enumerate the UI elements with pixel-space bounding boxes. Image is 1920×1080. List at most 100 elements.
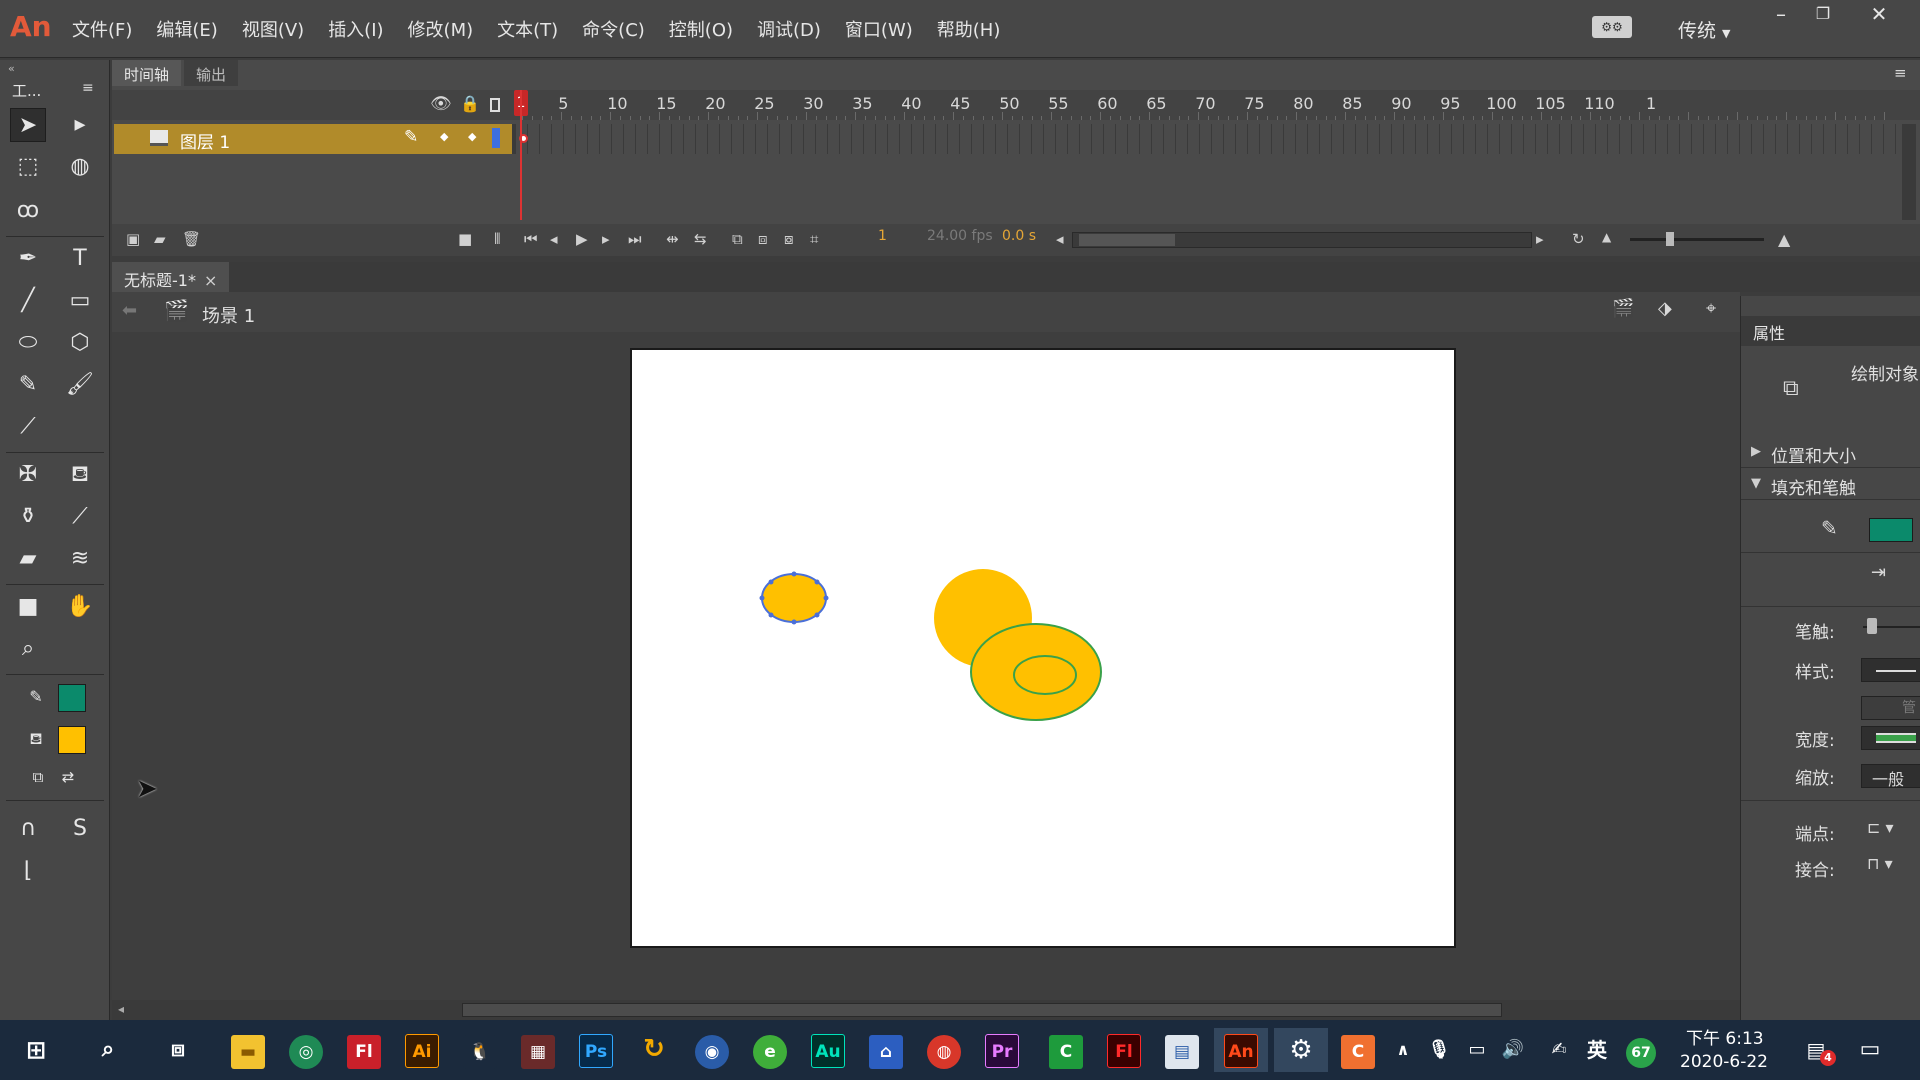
selection-point[interactable] xyxy=(814,612,820,618)
network-icon[interactable]: ▭ xyxy=(1462,1028,1492,1072)
refresh-app-icon[interactable]: ↻ xyxy=(632,1028,676,1072)
chrome-icon[interactable]: ◍ xyxy=(922,1028,966,1072)
bone-tool-icon[interactable]: ✠ xyxy=(10,458,46,492)
volume-icon[interactable]: 🔊 xyxy=(1498,1028,1528,1072)
task-view-icon[interactable]: ⧈ xyxy=(156,1028,200,1072)
selection-point[interactable] xyxy=(768,579,774,585)
refresh-icon[interactable]: ↻ xyxy=(1572,230,1585,248)
qq-icon[interactable]: 🐧 xyxy=(458,1028,502,1072)
menu-help[interactable]: 帮助(H) xyxy=(925,16,1013,42)
layer-color-swatch[interactable] xyxy=(492,128,500,148)
action-center-icon[interactable]: ▭ xyxy=(1850,1028,1890,1072)
camtasia-icon[interactable]: C xyxy=(1044,1028,1088,1072)
hint-button[interactable]: 管 xyxy=(1861,696,1920,720)
edit-symbol-icon[interactable]: ⬗ xyxy=(1658,298,1672,319)
3d-rotation-tool-icon[interactable]: ◍ xyxy=(62,150,98,184)
zoom-in-icon[interactable]: ▲ xyxy=(1778,230,1790,249)
timeline-vscroll[interactable] xyxy=(1902,124,1916,220)
selection-tool-icon[interactable]: ➤ xyxy=(10,108,46,142)
media-player-icon[interactable]: ◉ xyxy=(690,1028,734,1072)
menu-text[interactable]: 文本(T) xyxy=(485,16,570,42)
back-arrow-icon[interactable]: ⬅ xyxy=(122,300,137,321)
menu-view[interactable]: 视图(V) xyxy=(230,16,316,42)
minimize-button[interactable]: – xyxy=(1758,0,1804,30)
current-frame-readout[interactable]: 1 xyxy=(878,228,887,244)
search-icon[interactable]: ⌕ xyxy=(86,1028,130,1072)
prev-frame-icon[interactable]: ◂ xyxy=(550,230,558,248)
close-window-button[interactable]: ✕ xyxy=(1856,0,1902,30)
new-layer-icon[interactable]: ▣ xyxy=(126,230,140,248)
stage-hscroll-thumb[interactable] xyxy=(462,1003,1502,1017)
scroll-right-icon[interactable]: ▸ xyxy=(1536,230,1544,248)
close-tab-icon[interactable]: × xyxy=(204,271,217,290)
taskbar-app-ai[interactable]: Ai xyxy=(400,1028,444,1072)
scroll-left-icon[interactable]: ◂ xyxy=(118,1002,124,1016)
file-explorer-icon[interactable]: ▬ xyxy=(226,1028,270,1072)
swap-colors-icon[interactable]: ⇄ xyxy=(50,760,86,794)
window-app-icon[interactable]: ▤ xyxy=(1160,1028,1204,1072)
selection-point[interactable] xyxy=(791,619,797,625)
stage-hscroll[interactable]: ◂ xyxy=(112,1000,1740,1020)
notification-app-icon[interactable]: ▤ 4 xyxy=(1796,1028,1836,1072)
eyedropper-tool-icon[interactable]: ⟋ xyxy=(62,500,98,534)
timeline-hscroll-thumb[interactable] xyxy=(1079,234,1175,246)
document-tab[interactable]: 无标题-1* × xyxy=(112,262,230,292)
menu-modify[interactable]: 修改(M) xyxy=(396,16,486,42)
selection-point[interactable] xyxy=(814,579,820,585)
360-browser-icon[interactable]: e xyxy=(748,1028,792,1072)
pencil-tool-icon[interactable]: ✎ xyxy=(10,368,46,402)
properties-title[interactable]: 属性 xyxy=(1753,320,1785,344)
width-tool-icon[interactable]: ≋ xyxy=(62,542,98,576)
center-frame-icon[interactable]: ⇆ xyxy=(694,230,707,248)
menu-debug[interactable]: 调试(D) xyxy=(745,16,833,42)
layer-header[interactable]: 图层 1 ✎ ◆ ◆ xyxy=(114,124,512,154)
taskbar-app-fl[interactable]: Fl xyxy=(342,1028,386,1072)
width-profile-dropdown[interactable] xyxy=(1861,726,1920,750)
fill-color-swatch[interactable] xyxy=(58,726,86,754)
polystar-tool-icon[interactable]: ⬡ xyxy=(62,326,98,360)
delete-layer-icon[interactable]: 🗑 xyxy=(182,230,201,248)
center-stage-icon[interactable]: ⌖ xyxy=(1706,298,1716,319)
rectangle-tool-icon[interactable]: ▭ xyxy=(62,284,98,318)
onion-skin-icon[interactable]: ⧉ xyxy=(732,230,743,248)
layer-depth-icon[interactable]: ⦀ xyxy=(494,230,501,248)
subselection-tool-icon[interactable]: ▸ xyxy=(62,108,98,142)
section-position-size[interactable]: ▶ 位置和大小 xyxy=(1741,438,1920,468)
hand-tool-icon[interactable]: ✋ xyxy=(62,590,98,624)
join-dropdown[interactable]: ⊓ ▾ xyxy=(1867,854,1893,873)
eraser-tool-icon[interactable]: ▰ xyxy=(10,542,46,576)
style-dropdown[interactable] xyxy=(1861,658,1920,682)
selection-point[interactable] xyxy=(791,571,797,577)
frame-ruler[interactable]: 1510152025303540455055606570758085909510… xyxy=(512,90,1902,120)
menu-edit[interactable]: 编辑(E) xyxy=(144,16,229,42)
playhead-line[interactable] xyxy=(520,90,522,220)
outline-icon[interactable] xyxy=(490,98,500,112)
clock-date[interactable]: 2020-6-22 xyxy=(1680,1052,1768,1072)
zoom-slider[interactable] xyxy=(1630,232,1764,246)
play-icon[interactable]: ▶ xyxy=(576,230,588,248)
edit-scene-icon[interactable]: 🎬 xyxy=(1612,298,1634,319)
smooth-icon[interactable]: S xyxy=(62,812,98,846)
zoom-out-icon[interactable]: ▲ xyxy=(1602,230,1611,244)
lasso-tool-icon[interactable]: ꝏ xyxy=(10,194,46,228)
tab-timeline[interactable]: 时间轴 xyxy=(112,60,182,86)
settings-gear-icon[interactable]: ⚙ xyxy=(1274,1028,1328,1072)
scroll-left-icon[interactable]: ◂ xyxy=(1056,230,1064,248)
taskbar-app-pr[interactable]: Pr xyxy=(980,1028,1024,1072)
tray-chevron-up-icon[interactable]: ∧ xyxy=(1388,1028,1418,1072)
fps-readout[interactable]: 24.00 fps xyxy=(927,228,993,244)
text-tool-icon[interactable]: T xyxy=(62,242,98,276)
cap-dropdown[interactable]: ⊏ ▾ xyxy=(1867,818,1894,837)
new-folder-icon[interactable]: ▰ xyxy=(154,230,166,248)
visibility-dot-icon[interactable]: ◆ xyxy=(440,130,448,143)
zoom-tool-icon[interactable]: ⌕ xyxy=(10,632,46,666)
camtasia-recorder-icon[interactable]: C xyxy=(1336,1028,1380,1072)
ink-bottle-tool-icon[interactable]: ⚱ xyxy=(10,500,46,534)
pen-tool-icon[interactable]: ✒ xyxy=(10,242,46,276)
modify-markers-icon[interactable]: ⌗ xyxy=(810,230,818,248)
scene-breadcrumb[interactable]: 场景 1 xyxy=(202,302,255,328)
selection-point[interactable] xyxy=(823,595,829,601)
menu-window[interactable]: 窗口(W) xyxy=(833,16,925,42)
straighten-icon[interactable]: ⌊ xyxy=(10,854,46,888)
edit-multiple-frames-icon[interactable]: ⧇ xyxy=(784,230,794,248)
